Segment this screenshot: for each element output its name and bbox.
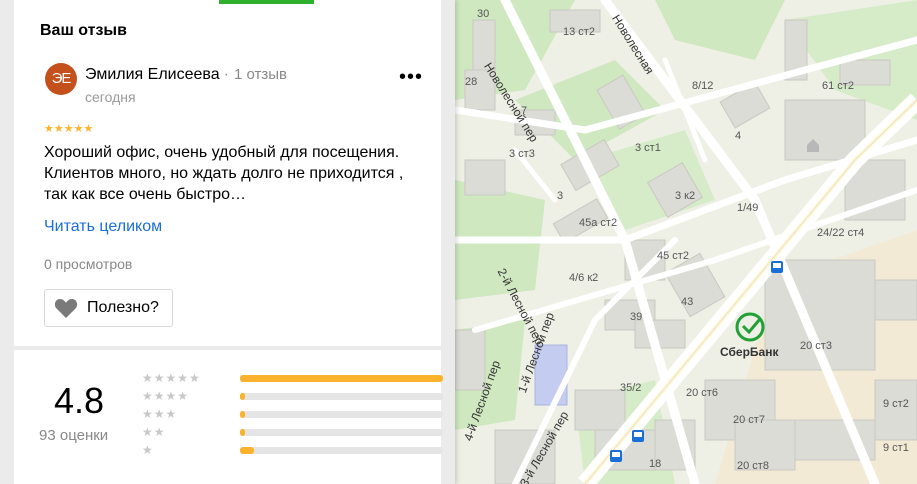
author-line: Эмилия Елисеева · 1 отзыв: [85, 66, 287, 84]
rating-row-stars: ★★: [142, 425, 166, 439]
helpful-button[interactable]: Полезно?: [44, 289, 173, 327]
views-count: 0 просмотров: [44, 256, 133, 272]
building-label: 61 ст2: [822, 80, 854, 92]
map-view[interactable]: Новолесной пер Новолесная 2-й Лесной пер…: [455, 0, 917, 484]
building-label: 3: [557, 190, 564, 202]
building-label: 3 ст3: [509, 148, 535, 160]
building-label: 45а ст2: [579, 217, 618, 229]
building-label: 20 ст6: [686, 387, 718, 399]
building-label: 43: [681, 296, 694, 308]
helpful-label: Полезно?: [87, 299, 159, 316]
app-root: Ваш отзыв ЭЕ Эмилия Елисеева · 1 отзыв сег…: [0, 0, 917, 484]
rating-bar-track: [240, 411, 443, 418]
rating-bar-fill: [240, 375, 443, 382]
rating-bar-track: [240, 375, 443, 382]
rating-bar-fill: [240, 447, 255, 454]
review-card: Ваш отзыв ЭЕ Эмилия Елисеева · 1 отзыв сег…: [14, 0, 441, 346]
building-label: 20 ст8: [737, 460, 769, 472]
building-label: 20 ст7: [733, 414, 765, 426]
rating-bar-fill: [240, 393, 246, 400]
avatar[interactable]: ЭЕ: [45, 63, 77, 95]
average-score: 4.8: [54, 380, 105, 421]
building-label: 3 ст1: [635, 142, 661, 154]
building-label: 39: [630, 311, 643, 323]
read-more-link[interactable]: Читать целиком: [44, 218, 162, 236]
building-label: 9 ст1: [883, 442, 909, 454]
rating-row-stars: ★: [142, 443, 154, 457]
building-label: 4: [735, 130, 742, 142]
building-label: 28: [465, 76, 478, 88]
rating-row-stars: ★★★★★: [142, 371, 201, 385]
rating-bar-fill: [240, 429, 246, 436]
rating-summary-card: 4.8 93 оценки ★★★★★ ★★★★ ★★★ ★★ ★: [14, 350, 443, 484]
building-label: 24/22 ст4: [817, 227, 865, 239]
rating-bar-track: [240, 447, 443, 454]
review-date: сегодня: [85, 89, 136, 105]
rating-count: 93 оценки: [39, 427, 109, 444]
building-label: 35/2: [620, 382, 642, 394]
bus-stop-icon[interactable]: [610, 450, 622, 462]
author-review-count[interactable]: 1 отзыв: [234, 66, 287, 83]
building-label: 13 ст2: [563, 26, 595, 38]
building-label: 9 ст2: [883, 398, 909, 410]
building-label: 20 ст3: [800, 340, 832, 352]
poi-sberbank-label[interactable]: СберБанк: [720, 345, 778, 359]
rating-row-stars: ★★★: [142, 407, 178, 421]
rating-bar-track: [240, 429, 443, 436]
review-stars: ★★★★★: [44, 123, 94, 135]
side-panel: Ваш отзыв ЭЕ Эмилия Елисеева · 1 отзыв сег…: [0, 0, 455, 484]
section-title: Ваш отзыв: [40, 22, 127, 39]
more-options-icon[interactable]: •••: [399, 66, 423, 89]
building-label: 18: [649, 458, 662, 470]
building-label: 4/6 к2: [569, 272, 599, 284]
heart-icon: [54, 299, 78, 318]
building-label: 45 ст2: [657, 250, 689, 262]
rating-bar-track: [240, 393, 443, 400]
map-canvas: [455, 0, 917, 484]
building-label: 7: [521, 105, 528, 117]
rating-row-stars: ★★★★: [142, 389, 190, 403]
rating-bar-fill: [240, 411, 246, 418]
building-label: 3 к2: [675, 190, 696, 202]
building-label: 8/12: [692, 80, 714, 92]
active-tab-indicator: [219, 0, 314, 4]
bus-stop-icon[interactable]: [771, 261, 783, 273]
building-label: 30: [477, 8, 490, 20]
author-separator: ·: [223, 66, 229, 83]
bus-stop-icon[interactable]: [632, 430, 644, 442]
review-text: Хороший офис, очень удобный для посещени…: [44, 144, 404, 203]
building-label: 1/49: [737, 202, 759, 214]
author-name[interactable]: Эмилия Елисеева: [85, 66, 220, 83]
